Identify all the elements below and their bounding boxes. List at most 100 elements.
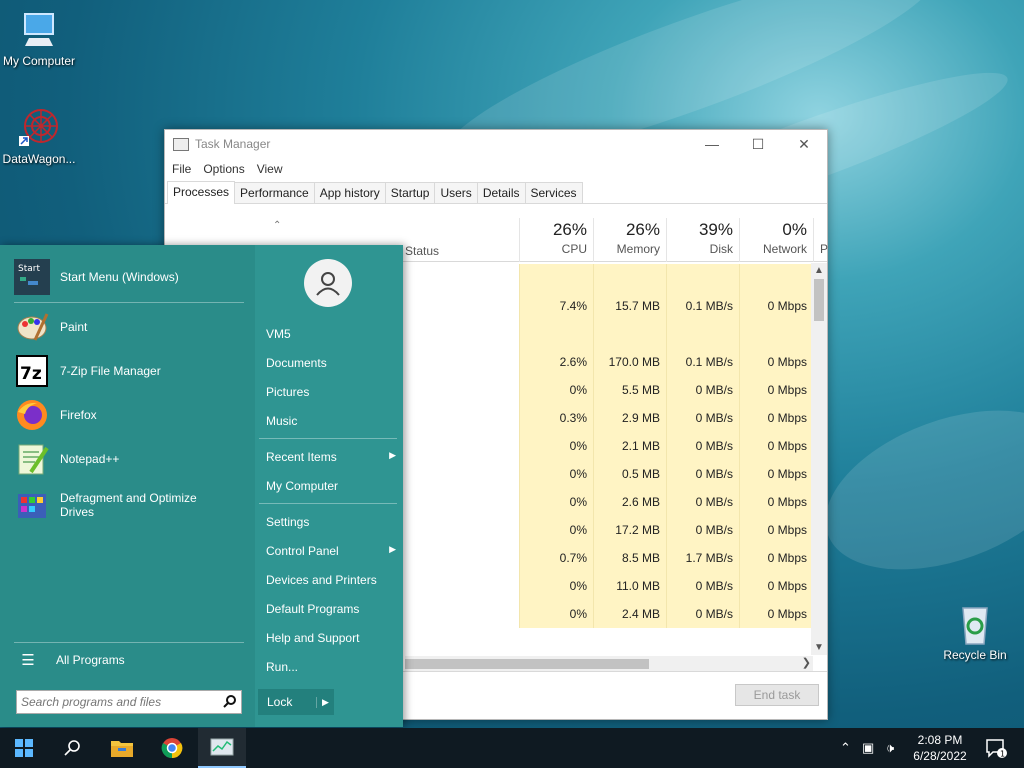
cell-disk: 0 MB/s xyxy=(666,488,739,516)
column-status[interactable]: Status xyxy=(405,244,439,258)
column-cpu[interactable]: 26% CPU xyxy=(519,218,593,262)
desktop-icon-my-computer[interactable]: My Computer xyxy=(0,8,81,68)
cell-disk: 0 MB/s xyxy=(666,404,739,432)
pictures-link[interactable]: Pictures xyxy=(266,385,396,399)
taskbar-file-explorer[interactable] xyxy=(98,728,146,768)
cpu-label: CPU xyxy=(561,242,587,256)
column-power[interactable]: P xyxy=(813,218,829,262)
cell-disk: 0 MB/s xyxy=(666,432,739,460)
search-icon[interactable] xyxy=(219,694,241,711)
cell-cpu: 0% xyxy=(519,432,593,460)
lock-button[interactable]: Lock ▶ xyxy=(258,689,334,715)
cell-cpu: 0% xyxy=(519,376,593,404)
clock-date: 6/28/2022 xyxy=(913,749,967,763)
cell-mem xyxy=(593,320,666,348)
user-name-link[interactable]: VM5 xyxy=(266,327,396,341)
all-programs-button[interactable]: ☰ All Programs xyxy=(14,640,244,680)
cell-cpu: 0% xyxy=(519,488,593,516)
column-disk[interactable]: 39% Disk xyxy=(666,218,739,262)
scroll-up-icon[interactable]: ▲ xyxy=(811,265,827,276)
notification-icon: 1 xyxy=(986,739,1007,759)
volume-icon[interactable]: 🕩 xyxy=(886,740,894,756)
documents-link[interactable]: Documents xyxy=(266,356,396,370)
vertical-scroll-thumb[interactable] xyxy=(814,279,824,321)
tab-performance[interactable]: Performance xyxy=(234,182,315,203)
vertical-scrollbar[interactable]: ▲ ▼ xyxy=(811,263,827,655)
minimize-button[interactable]: — xyxy=(689,136,735,153)
disk-total: 39% xyxy=(698,220,733,239)
chevron-right-icon: ▶ xyxy=(389,450,396,460)
default-programs-link[interactable]: Default Programs xyxy=(266,602,396,616)
start-menu-programs-pane: Start Start Menu (Windows) Paint 7z 7-Zi… xyxy=(0,245,255,727)
cell-mem: 2.4 MB xyxy=(593,600,666,628)
tab-services[interactable]: Services xyxy=(524,182,583,203)
user-avatar[interactable] xyxy=(304,259,352,307)
cell-net: 0 Mbps xyxy=(739,600,813,628)
search-box[interactable] xyxy=(16,690,242,714)
cell-net: 0 Mbps xyxy=(739,432,813,460)
cell-net xyxy=(739,264,813,292)
control-panel-link[interactable]: Control Panel ▶ xyxy=(266,544,396,558)
lock-options-arrow-icon[interactable]: ▶ xyxy=(316,696,334,708)
end-task-button[interactable]: End task xyxy=(735,684,819,706)
menu-file[interactable]: File xyxy=(172,162,191,176)
chrome-icon xyxy=(161,738,183,759)
start-button[interactable] xyxy=(0,728,48,768)
tab-app-history[interactable]: App history xyxy=(313,182,386,203)
tab-startup[interactable]: Startup xyxy=(384,182,436,203)
cell-mem xyxy=(593,264,666,292)
clock[interactable]: 2:08 PM 6/28/2022 xyxy=(912,732,968,764)
help-support-link[interactable]: Help and Support xyxy=(266,631,396,645)
taskbar-task-manager[interactable] xyxy=(198,728,246,768)
program-firefox[interactable]: Firefox xyxy=(14,395,244,435)
cell-cpu: 0% xyxy=(519,572,593,600)
close-button[interactable]: ✕ xyxy=(781,136,827,153)
desktop-icon-datawagon[interactable]: DataWagon... xyxy=(0,106,81,166)
show-hidden-icons-chevron-icon[interactable]: ⌃ xyxy=(840,740,851,756)
cell-disk xyxy=(666,320,739,348)
program-paint[interactable]: Paint xyxy=(14,307,244,347)
menu-options[interactable]: Options xyxy=(203,162,244,176)
taskbar-search-button[interactable] xyxy=(48,728,96,768)
firefox-icon xyxy=(14,397,50,433)
program-defragment[interactable]: Defragment and Optimize Drives xyxy=(14,483,244,527)
action-center-button[interactable]: 1 xyxy=(972,728,1020,768)
maximize-button[interactable]: ☐ xyxy=(735,136,781,153)
scroll-down-icon[interactable]: ▼ xyxy=(811,642,827,653)
taskbar-chrome[interactable] xyxy=(148,728,196,768)
recent-items-link[interactable]: Recent Items ▶ xyxy=(266,450,396,464)
network-icon[interactable]: ▣ xyxy=(862,740,874,756)
program-notepad-plus-plus[interactable]: Notepad++ xyxy=(14,439,244,479)
settings-link[interactable]: Settings xyxy=(266,515,396,529)
tab-processes[interactable]: Processes xyxy=(167,181,236,204)
cell-net xyxy=(739,320,813,348)
cell-disk: 0 MB/s xyxy=(666,376,739,404)
taskbar: ⌃ ▣ 🕩 2:08 PM 6/28/2022 1 xyxy=(0,728,1024,768)
devices-printers-link[interactable]: Devices and Printers xyxy=(266,573,396,587)
sort-arrow-icon[interactable]: ⌃ xyxy=(273,220,281,231)
program-7zip[interactable]: 7z 7-Zip File Manager xyxy=(14,351,244,391)
music-link[interactable]: Music xyxy=(266,414,396,428)
horizontal-scroll-thumb[interactable] xyxy=(405,659,649,669)
horizontal-scrollbar[interactable]: ❯ xyxy=(405,656,813,672)
tab-details[interactable]: Details xyxy=(476,182,526,203)
menu-view[interactable]: View xyxy=(257,162,283,176)
my-computer-link[interactable]: My Computer xyxy=(266,479,396,493)
program-start-menu[interactable]: Start Start Menu (Windows) xyxy=(14,257,244,297)
cell-net: 0 Mbps xyxy=(739,376,813,404)
cell-disk: 0.1 MB/s xyxy=(666,348,739,376)
tab-users[interactable]: Users xyxy=(434,182,478,203)
title-bar[interactable]: Task Manager — ☐ ✕ xyxy=(165,130,827,158)
column-memory[interactable]: 26% Memory xyxy=(593,218,666,262)
notification-count: 1 xyxy=(1000,750,1005,759)
desktop-icon-recycle-bin[interactable]: Recycle Bin xyxy=(933,602,1017,662)
column-network[interactable]: 0% Network xyxy=(739,218,813,262)
cell-net: 0 Mbps xyxy=(739,488,813,516)
scroll-right-icon[interactable]: ❯ xyxy=(802,656,811,669)
cell-mem: 170.0 MB xyxy=(593,348,666,376)
run-link[interactable]: Run... xyxy=(266,660,396,674)
svg-text:Start: Start xyxy=(18,264,40,274)
list-icon: ☰ xyxy=(21,652,35,669)
search-input[interactable] xyxy=(17,692,219,712)
separator xyxy=(259,503,397,504)
